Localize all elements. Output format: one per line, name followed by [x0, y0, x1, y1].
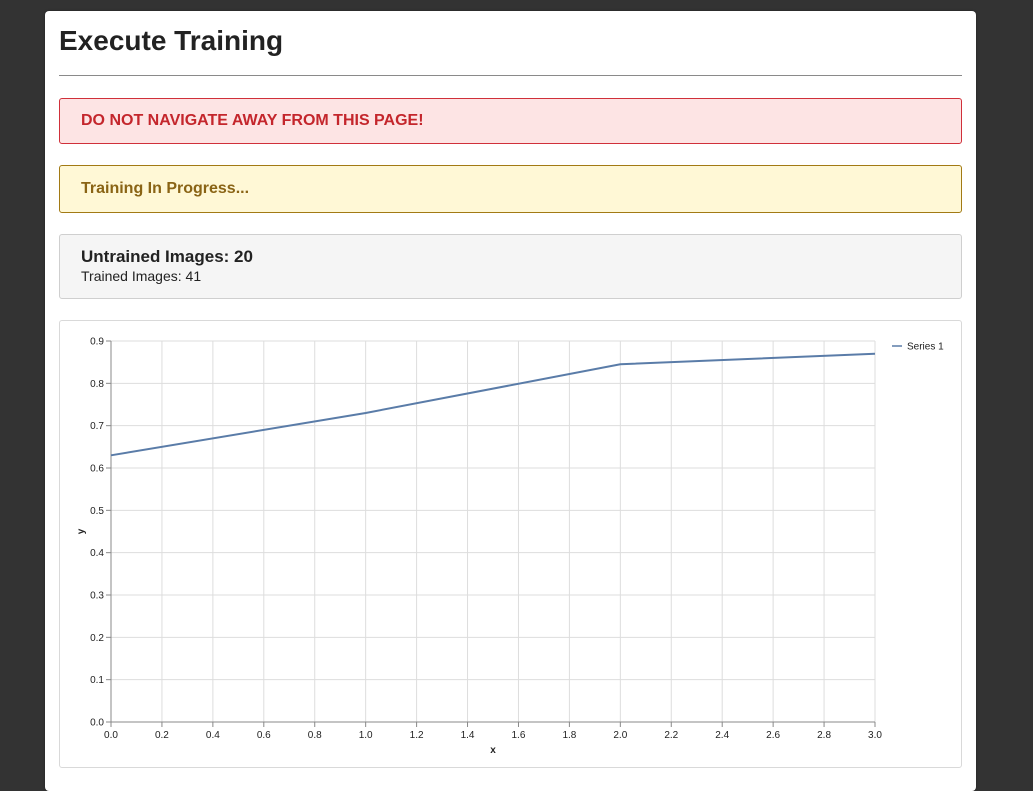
page-title: Execute Training [59, 25, 284, 56]
x-tick-label: 1.2 [410, 730, 424, 741]
y-tick-label: 0.7 [90, 421, 104, 432]
y-tick-label: 0.6 [90, 464, 104, 475]
x-tick-label: 2.4 [715, 730, 729, 741]
legend-label: Series 1 [907, 342, 944, 353]
y-tick-label: 0.9 [90, 337, 104, 348]
danger-alert-text: DO NOT NAVIGATE AWAY FROM THIS PAGE! [81, 112, 424, 129]
x-tick-label: 2.6 [766, 730, 780, 741]
y-tick-label: 0.5 [90, 506, 104, 517]
untrained-images-count: Untrained Images: 20 [81, 247, 253, 266]
image-stats-box: Untrained Images: 20 Trained Images: 41 [59, 234, 962, 299]
trained-images-count: Trained Images: 41 [81, 268, 202, 284]
training-status-alert: Training In Progress... [59, 165, 962, 213]
danger-alert: DO NOT NAVIGATE AWAY FROM THIS PAGE! [59, 98, 962, 144]
y-tick-label: 0.3 [90, 591, 104, 602]
training-panel: Execute Training DO NOT NAVIGATE AWAY FR… [45, 11, 976, 791]
training-status-text: Training In Progress... [81, 180, 250, 197]
title-divider [59, 75, 962, 76]
y-tick-label: 0.0 [90, 718, 104, 729]
x-tick-label: 0.6 [257, 730, 271, 741]
x-tick-label: 3.0 [868, 730, 882, 741]
x-tick-label: 0.2 [155, 730, 169, 741]
x-tick-label: 1.4 [461, 730, 475, 741]
x-tick-label: 1.6 [512, 730, 526, 741]
y-axis-title: y [76, 528, 87, 534]
x-tick-label: 0.4 [206, 730, 220, 741]
line-chart: 0.0 0.2 0.4 0.6 0.8 1.0 1.2 1.4 1.6 1.8 2.0 2.2 2.4 2… [76, 337, 944, 757]
x-tick-label: 0.0 [104, 730, 118, 741]
x-tick-label: 1.0 [359, 730, 373, 741]
x-tick-label: 1.8 [562, 730, 576, 741]
x-axis-title: x [490, 745, 496, 756]
x-tick-label: 2.2 [664, 730, 678, 741]
x-tick-label: 2.8 [817, 730, 831, 741]
y-tick-label: 0.1 [90, 675, 104, 686]
training-chart: 0.0 0.2 0.4 0.6 0.8 1.0 1.2 1.4 1.6 1.8 2.0 2.2 2.4 2… [59, 320, 962, 768]
series-line [110, 352, 876, 457]
y-tick-label: 0.4 [90, 548, 104, 559]
x-tick-label: 2.0 [613, 730, 627, 741]
y-tick-label: 0.2 [90, 633, 104, 644]
y-tick-label: 0.8 [90, 379, 104, 390]
x-tick-label: 0.8 [308, 730, 322, 741]
